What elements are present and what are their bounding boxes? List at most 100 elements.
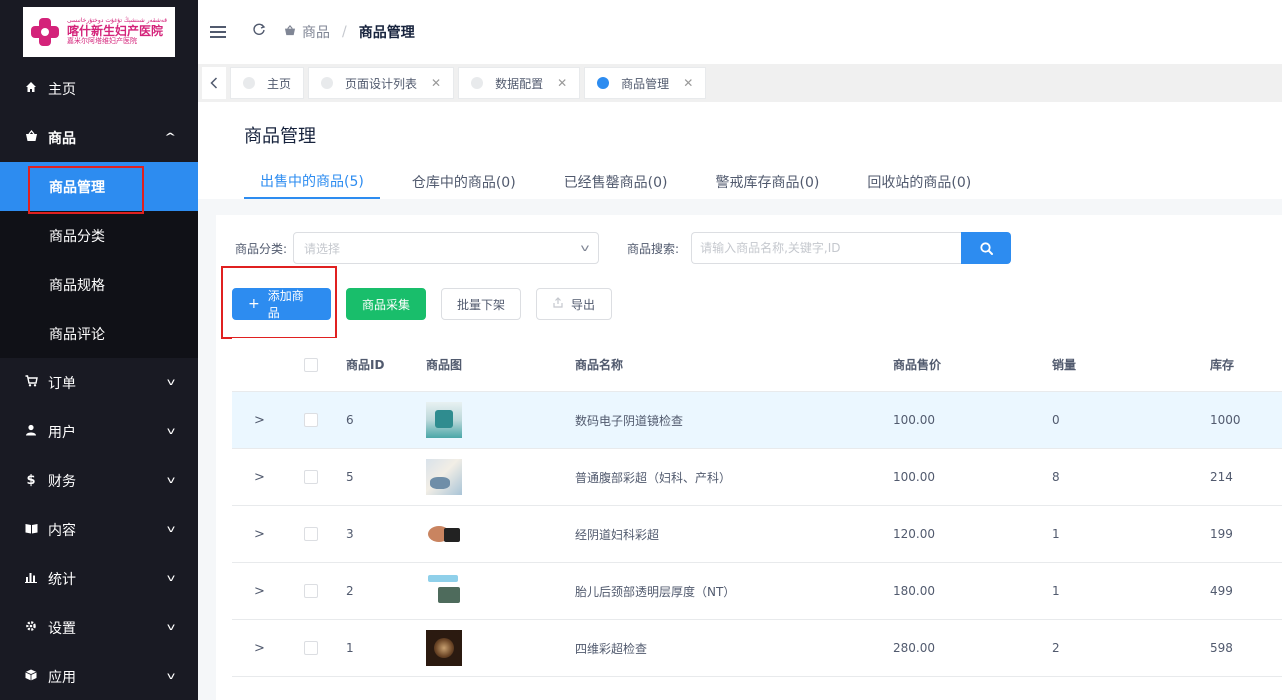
products-submenu: 商品管理 商品分类 商品规格 商品评论 xyxy=(0,162,198,358)
category-filter-label: 商品分类: xyxy=(235,241,288,256)
close-icon[interactable]: ✕ xyxy=(557,76,567,90)
page-tab-home[interactable]: 主页 xyxy=(230,67,305,99)
sidebar-item-orders[interactable]: 订单 v xyxy=(0,358,198,407)
column-header[interactable]: 库存 xyxy=(1210,356,1270,373)
breadcrumb-item[interactable]: 商品 xyxy=(302,22,330,42)
row-checkbox[interactable] xyxy=(304,641,318,655)
table-row[interactable]: > 6 数码电子阴道镜检查 100.00 0 1000 xyxy=(232,392,1282,449)
column-header: 商品名称 xyxy=(575,358,624,372)
product-thumbnail[interactable] xyxy=(426,630,462,666)
chevron-down-icon: v xyxy=(166,573,176,584)
sidebar-item-finance[interactable]: $ 财务 v xyxy=(0,456,198,505)
product-thumbnail[interactable] xyxy=(426,459,462,495)
search-button[interactable] xyxy=(961,232,1012,264)
product-search-input[interactable] xyxy=(691,232,962,264)
page-tab-label: 页面设计列表 xyxy=(345,76,418,91)
row-checkbox[interactable] xyxy=(304,413,318,427)
sidebar-subitem-product-management[interactable]: 商品管理 xyxy=(0,162,198,211)
page-tab-page-design-list[interactable]: 页面设计列表 ✕ xyxy=(308,67,455,99)
product-list-panel: 商品分类: 请选择 v 商品搜索: + 添加商品 商品采集 批量下架 导出 xyxy=(216,215,1282,700)
tab-low-stock[interactable]: 警戒库存商品(0) xyxy=(700,164,836,199)
sidebar-item-statistics[interactable]: 统计 v xyxy=(0,554,198,603)
tab-recycle-bin[interactable]: 回收站的商品(0) xyxy=(851,164,987,199)
tab-on-sale[interactable]: 出售中的商品(5) xyxy=(244,164,380,199)
breadcrumb-current: 商品管理 xyxy=(358,25,415,41)
menu-toggle-icon[interactable] xyxy=(210,26,226,38)
select-all-checkbox[interactable] xyxy=(304,357,318,372)
expand-row-icon[interactable]: > xyxy=(254,584,265,599)
expand-row-icon[interactable]: > xyxy=(254,527,265,542)
column-header[interactable]: 商品售价 xyxy=(893,356,1052,373)
tabs-scroll-left-button[interactable] xyxy=(202,67,226,99)
gear-icon xyxy=(24,620,38,635)
sidebar-subitem-label: 商品规格 xyxy=(49,277,105,294)
sidebar-item-apps[interactable]: 应用 v xyxy=(0,652,198,700)
product-id: 5 xyxy=(346,470,354,484)
column-header[interactable]: 销量 xyxy=(1052,356,1210,373)
plus-icon: + xyxy=(248,296,260,312)
chevron-down-icon: v xyxy=(580,242,590,254)
sidebar-item-home[interactable]: 主页 xyxy=(0,64,198,113)
row-checkbox[interactable] xyxy=(304,527,318,541)
sidebar-item-products[interactable]: 商品 ^ xyxy=(0,113,198,162)
category-select[interactable]: 请选择 v xyxy=(293,232,600,264)
user-icon xyxy=(24,424,38,439)
breadcrumb-separator: / xyxy=(342,24,347,40)
expand-row-icon[interactable]: > xyxy=(254,470,265,485)
close-icon[interactable]: ✕ xyxy=(683,76,693,90)
product-thumbnail[interactable] xyxy=(426,573,462,609)
sidebar-item-label: 统计 xyxy=(48,571,76,588)
tab-status-dot xyxy=(471,77,484,89)
chevron-left-icon xyxy=(210,77,218,89)
sidebar-item-settings[interactable]: 设置 v xyxy=(0,603,198,652)
table-row[interactable]: > 3 经阴道妇科彩超 120.00 1 199 xyxy=(232,506,1282,563)
export-button[interactable]: 导出 xyxy=(536,288,612,320)
row-checkbox[interactable] xyxy=(304,470,318,484)
product-status-tabs: 出售中的商品(5) 仓库中的商品(0) 已经售罄商品(0) 警戒库存商品(0) … xyxy=(244,164,1003,199)
tab-status-dot xyxy=(243,77,255,89)
column-header[interactable]: 商品ID xyxy=(346,356,426,373)
sidebar-subitem-product-spec[interactable]: 商品规格 xyxy=(0,260,198,309)
tab-in-warehouse[interactable]: 仓库中的商品(0) xyxy=(396,164,532,199)
sidebar-menu: 主页 商品 ^ 商品管理 商品分类 商品规格 商品评论 订单 v 用户 v $ … xyxy=(0,64,198,700)
product-id: 3 xyxy=(346,527,354,541)
chevron-down-icon: v xyxy=(166,475,176,486)
table-row[interactable]: > 2 胎儿后颈部透明层厚度（NT） 180.00 1 499 xyxy=(232,563,1282,620)
chevron-down-icon: v xyxy=(166,377,176,388)
sidebar-item-label: 订单 xyxy=(48,375,76,392)
cube-icon xyxy=(24,669,38,684)
refresh-icon[interactable] xyxy=(252,23,266,41)
row-checkbox[interactable] xyxy=(304,584,318,598)
product-thumbnail[interactable] xyxy=(426,402,462,438)
collect-product-button[interactable]: 商品采集 xyxy=(346,288,426,320)
page-title: 商品管理 xyxy=(244,126,316,147)
table-row[interactable]: > 1 四维彩超检查 280.00 2 598 xyxy=(232,620,1282,677)
sidebar-subitem-product-reviews[interactable]: 商品评论 xyxy=(0,309,198,358)
chevron-down-icon: v xyxy=(166,426,176,437)
tab-status-dot xyxy=(321,77,334,89)
table-row[interactable]: > 5 普通腹部彩超（妇科、产科） 100.00 8 214 xyxy=(232,449,1282,506)
close-icon[interactable]: ✕ xyxy=(431,76,441,90)
sidebar-subitem-product-category[interactable]: 商品分类 xyxy=(0,211,198,260)
sidebar-item-users[interactable]: 用户 v xyxy=(0,407,198,456)
product-name: 数码电子阴道镜检查 xyxy=(575,413,684,428)
product-name: 四维彩超检查 xyxy=(575,641,648,656)
page-tab-data-config[interactable]: 数据配置 ✕ xyxy=(458,67,581,99)
product-name: 胎儿后颈部透明层厚度（NT） xyxy=(575,584,736,599)
product-thumbnail[interactable] xyxy=(426,516,462,552)
basket-icon xyxy=(24,129,38,145)
batch-offshelf-button[interactable]: 批量下架 xyxy=(441,288,521,320)
sidebar: قەشقەر شىنشېڭ تۇغۇت دوختۇرخانىسى 喀什新生妇产医… xyxy=(0,0,198,700)
page-tab-product-management[interactable]: 商品管理 ✕ xyxy=(584,67,707,99)
tab-sold-out[interactable]: 已经售罄商品(0) xyxy=(548,164,684,199)
add-product-button[interactable]: + 添加商品 xyxy=(232,288,331,320)
basket-icon xyxy=(284,24,296,39)
sidebar-item-content[interactable]: 内容 v xyxy=(0,505,198,554)
product-sales: 1 xyxy=(1052,584,1060,598)
product-name: 普通腹部彩超（妇科、产科） xyxy=(575,470,732,485)
search-filter-label: 商品搜索: xyxy=(627,241,680,256)
hospital-logo[interactable]: قەشقەر شىنشېڭ تۇغۇت دوختۇرخانىسى 喀什新生妇产医… xyxy=(23,7,175,57)
expand-row-icon[interactable]: > xyxy=(254,413,265,428)
expand-row-icon[interactable]: > xyxy=(254,641,265,656)
product-sales: 0 xyxy=(1052,413,1060,427)
